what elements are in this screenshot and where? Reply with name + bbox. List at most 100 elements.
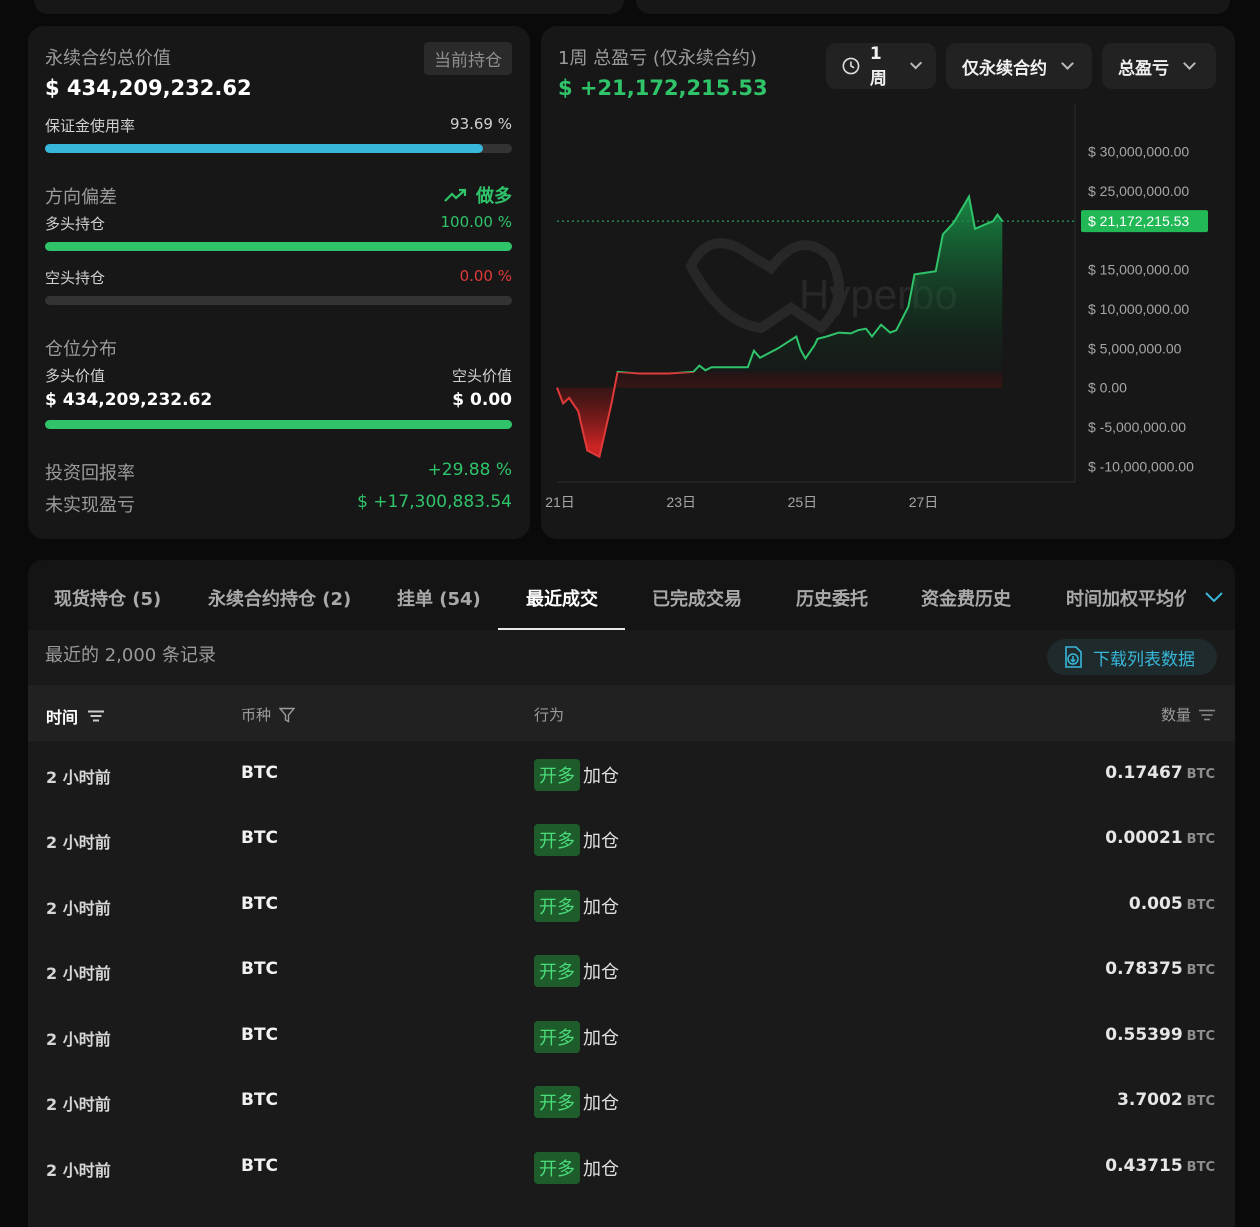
records-count: 最近的 2,000 条记录 bbox=[45, 645, 216, 666]
row-action: 加仓 bbox=[583, 1093, 619, 1114]
sort-qty-header[interactable]: 数量 bbox=[1161, 704, 1215, 725]
row-coin[interactable]: BTC bbox=[241, 1025, 278, 1045]
table-row[interactable]: 2 小时前 BTC 开多 加仓 3.7002 BTC bbox=[28, 1069, 1235, 1134]
open-long-badge: 开多 bbox=[534, 955, 580, 987]
row-coin[interactable]: BTC bbox=[241, 828, 278, 848]
row-qty-unit: BTC bbox=[1186, 1160, 1215, 1175]
table-row[interactable]: 2 小时前 BTC 开多 加仓 0.00021 BTC bbox=[28, 807, 1235, 872]
row-time: 2 小时前 bbox=[46, 1030, 111, 1049]
y-tick-label: $ -10,000,000.00 bbox=[1088, 458, 1194, 474]
table-row-partial[interactable] bbox=[28, 1200, 1235, 1227]
download-file-icon bbox=[1065, 646, 1082, 668]
row-qty-unit: BTC bbox=[1186, 963, 1215, 978]
row-qty-unit: BTC bbox=[1186, 832, 1215, 847]
download-button-label: 下载列表数据 bbox=[1093, 649, 1195, 670]
unrealized-value: $ +17,300,883.54 bbox=[357, 492, 512, 512]
table-row[interactable]: 2 小时前 BTC 开多 加仓 0.43715 BTC bbox=[28, 1135, 1235, 1200]
row-qty-value: 0.78375 bbox=[1105, 959, 1183, 979]
margin-usage-fill bbox=[45, 144, 483, 153]
perp-summary-card: 永续合约总价值 当前持仓 $ 434,209,232.62 保证金使用率 93.… bbox=[28, 26, 530, 539]
current-value-tag: $ 21,172,215.53 bbox=[1081, 210, 1208, 233]
open-long-badge: 开多 bbox=[534, 1021, 580, 1053]
direction-badge: 做多 bbox=[444, 182, 512, 208]
y-tick-label: $ 30,000,000.00 bbox=[1088, 144, 1189, 160]
perp-total-value: $ 434,209,232.62 bbox=[45, 76, 252, 100]
row-action: 加仓 bbox=[583, 1028, 619, 1049]
tab-recent-trades[interactable]: 最近成交 bbox=[526, 585, 598, 611]
table-row[interactable]: 2 小时前 BTC 开多 加仓 0.17467 BTC bbox=[28, 742, 1235, 807]
row-coin[interactable]: BTC bbox=[241, 959, 278, 979]
y-axis: $ 30,000,000.00 $ 25,000,000.00 $ 15,000,0… bbox=[1088, 144, 1194, 475]
action-header-label: 行为 bbox=[534, 706, 565, 724]
row-action: 加仓 bbox=[583, 1159, 619, 1180]
short-value-label: 空头价值 bbox=[451, 367, 512, 385]
download-button[interactable]: 下载列表数据 bbox=[1047, 639, 1217, 675]
current-positions-tag[interactable]: 当前持仓 bbox=[424, 42, 512, 75]
row-qty: 0.78375 BTC bbox=[1105, 959, 1215, 979]
x-tick-label: 25日 bbox=[788, 494, 818, 510]
row-qty-value: 0.00021 bbox=[1105, 828, 1183, 848]
y-tick-label: $ 0.00 bbox=[1088, 380, 1127, 396]
roi-label: 投资回报率 bbox=[45, 463, 135, 484]
previous-card-edge bbox=[636, 0, 1230, 14]
table-row[interactable]: 2 小时前 BTC 开多 加仓 0.55399 BTC bbox=[28, 1004, 1235, 1069]
row-action: 加仓 bbox=[583, 962, 619, 983]
coin-header-label: 币种 bbox=[241, 706, 272, 724]
filter-coin-header[interactable]: 币种 bbox=[241, 704, 296, 725]
row-coin[interactable]: BTC bbox=[241, 1090, 278, 1110]
row-qty-unit: BTC bbox=[1186, 767, 1215, 782]
long-position-pct: 100.00 % bbox=[440, 213, 512, 231]
table-row[interactable]: 2 小时前 BTC 开多 加仓 0.78375 BTC bbox=[28, 938, 1235, 1003]
row-time: 2 小时前 bbox=[46, 768, 111, 787]
tab-spot-holdings[interactable]: 现货持仓 (5) bbox=[54, 585, 161, 611]
distribution-long-fill bbox=[45, 420, 512, 429]
row-action: 加仓 bbox=[583, 897, 619, 918]
filter-icon bbox=[279, 707, 296, 723]
row-coin[interactable]: BTC bbox=[241, 1156, 278, 1176]
sort-time-header[interactable]: 时间 bbox=[46, 704, 105, 728]
y-tick-label: $ 25,000,000.00 bbox=[1088, 183, 1189, 199]
open-long-badge: 开多 bbox=[534, 1086, 580, 1118]
open-long-badge: 开多 bbox=[534, 824, 580, 856]
tab-completed-trades[interactable]: 已完成交易 bbox=[652, 585, 742, 611]
current-value-tag-text: $ 21,172,215.53 bbox=[1088, 213, 1189, 229]
row-action: 加仓 bbox=[583, 766, 619, 787]
x-tick-label: 27日 bbox=[909, 494, 939, 510]
row-qty: 3.7002 BTC bbox=[1117, 1090, 1215, 1110]
roi-value: +29.88 % bbox=[427, 460, 512, 480]
row-action: 加仓 bbox=[583, 831, 619, 852]
row-qty: 0.005 BTC bbox=[1129, 894, 1215, 914]
tab-funding-history[interactable]: 资金费历史 bbox=[921, 585, 1011, 611]
row-time: 2 小时前 bbox=[46, 899, 111, 918]
row-qty-value: 0.005 bbox=[1128, 894, 1183, 914]
tabs-more-chevron-icon[interactable] bbox=[1204, 590, 1224, 604]
qty-header-label: 数量 bbox=[1160, 706, 1191, 724]
x-tick-label: 23日 bbox=[666, 494, 696, 510]
pnl-positive-area bbox=[617, 196, 1003, 373]
long-value: $ 434,209,232.62 bbox=[45, 390, 213, 410]
short-position-bar bbox=[45, 296, 512, 305]
row-qty-value: 0.55399 bbox=[1105, 1025, 1183, 1045]
y-tick-label: $ -5,000,000.00 bbox=[1088, 419, 1186, 435]
open-long-badge: 开多 bbox=[534, 1152, 580, 1184]
open-long-badge: 开多 bbox=[534, 759, 580, 791]
previous-card-edge bbox=[34, 0, 624, 14]
row-time: 2 小时前 bbox=[46, 833, 111, 852]
table-row[interactable]: 2 小时前 BTC 开多 加仓 0.005 BTC bbox=[28, 873, 1235, 938]
row-time: 2 小时前 bbox=[46, 1095, 111, 1114]
table-header: 时间 币种 行为 数量 bbox=[28, 685, 1235, 741]
long-position-fill bbox=[45, 242, 512, 251]
time-header-label: 时间 bbox=[46, 708, 79, 727]
tab-perp-positions[interactable]: 永续合约持仓 (2) bbox=[208, 585, 351, 611]
row-qty-value: 0.17467 bbox=[1105, 763, 1183, 783]
tab-twap[interactable]: 时间加权平均价 bbox=[1066, 585, 1186, 611]
row-coin[interactable]: BTC bbox=[241, 894, 278, 914]
row-qty: 0.00021 BTC bbox=[1105, 828, 1215, 848]
long-position-bar bbox=[45, 242, 512, 251]
tab-open-orders[interactable]: 挂单 (54) bbox=[397, 585, 481, 611]
long-position-label: 多头持仓 bbox=[45, 215, 106, 233]
tab-order-history[interactable]: 历史委托 bbox=[796, 585, 868, 611]
distribution-bar bbox=[45, 420, 512, 429]
trend-up-icon bbox=[444, 188, 467, 202]
row-coin[interactable]: BTC bbox=[241, 763, 278, 783]
